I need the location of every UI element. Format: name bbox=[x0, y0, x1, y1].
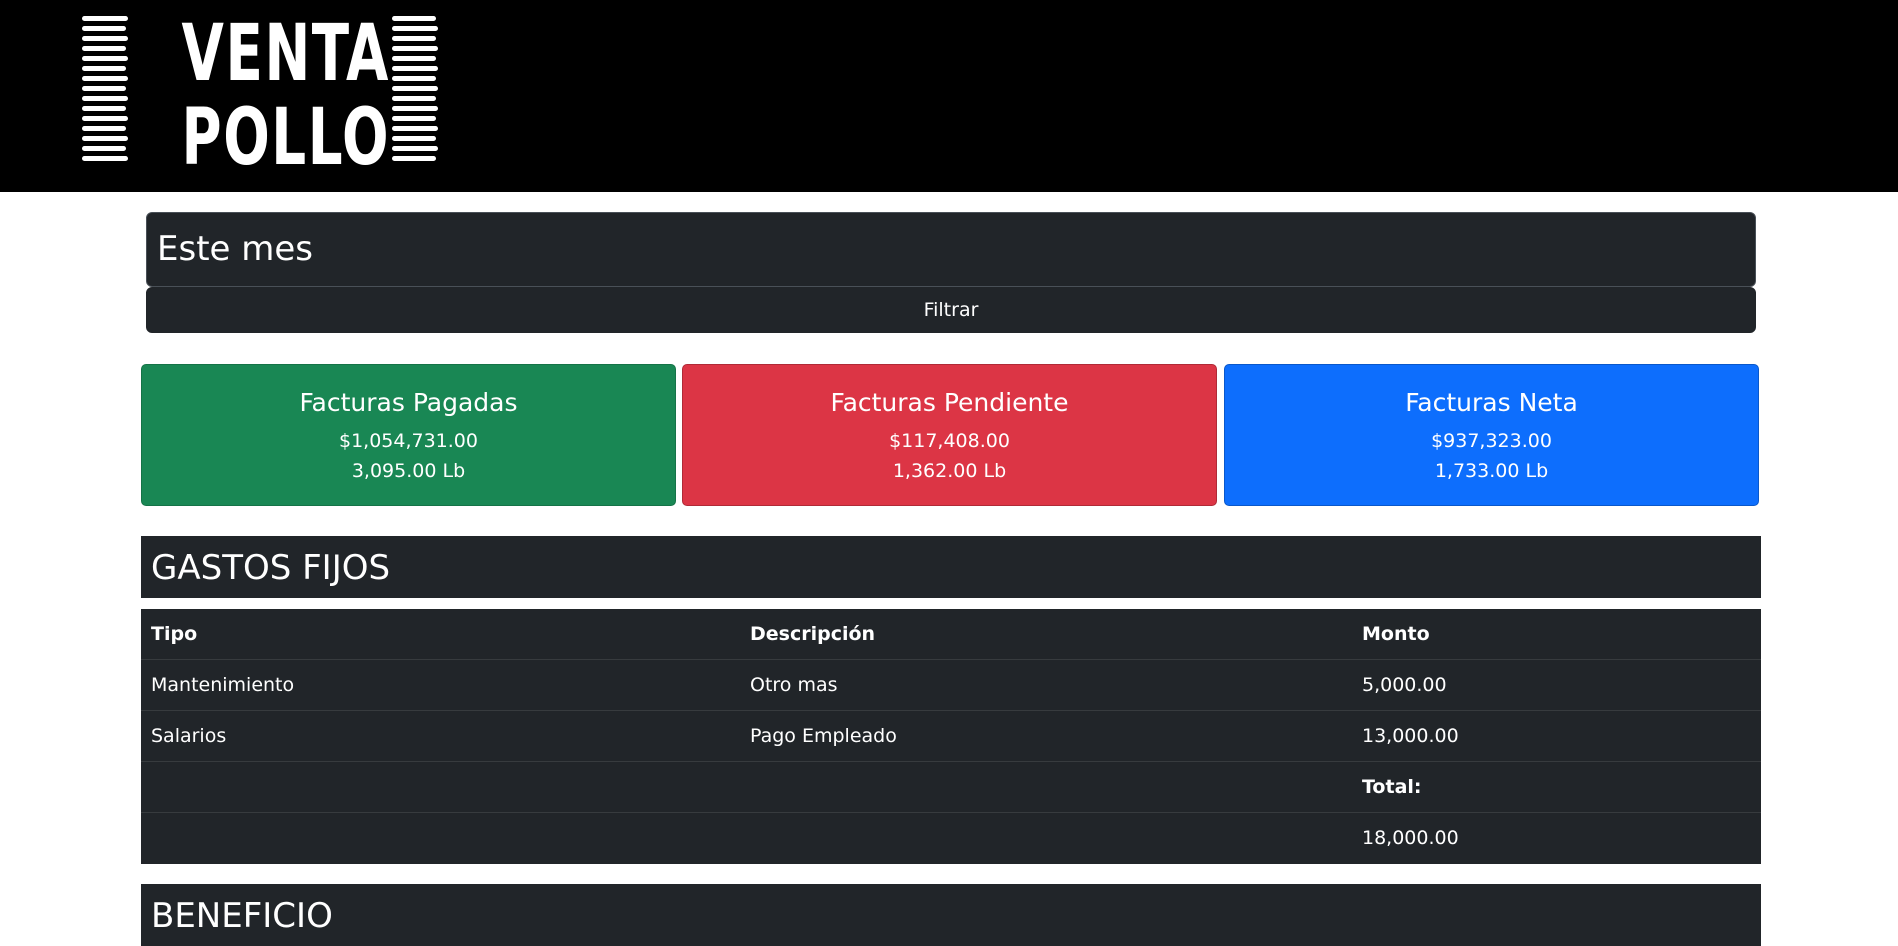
venta-pollo-logo[interactable]: VENTA POLLO bbox=[82, 12, 438, 180]
cell-descripcion: Otro mas bbox=[750, 674, 838, 696]
column-header-tipo: Tipo bbox=[151, 623, 198, 645]
card-weight: 1,362.00 Lb bbox=[892, 460, 1007, 482]
top-navbar: VENTA POLLO bbox=[0, 0, 1898, 192]
table-row: Salarios Pago Empleado 13,000.00 bbox=[141, 711, 1761, 762]
card-facturas-pendiente: Facturas Pendiente $117,408.00 1,362.00 … bbox=[682, 364, 1217, 506]
table-total-label-row: Total: bbox=[141, 762, 1761, 813]
column-header-monto: Monto bbox=[1362, 623, 1430, 645]
total-value: 18,000.00 bbox=[1362, 827, 1459, 849]
card-amount: $117,408.00 bbox=[889, 430, 1010, 452]
total-label: Total: bbox=[1362, 776, 1422, 798]
logo-stripes-right bbox=[392, 16, 438, 176]
cell-monto: 5,000.00 bbox=[1362, 674, 1447, 696]
period-filter-select[interactable]: Este mes bbox=[146, 212, 1756, 287]
card-amount: $937,323.00 bbox=[1431, 430, 1552, 452]
logo-stripes-left bbox=[82, 16, 128, 176]
card-amount: $1,054,731.00 bbox=[338, 430, 478, 452]
logo-line-2: POLLO bbox=[181, 93, 391, 183]
table-row: Mantenimiento Otro mas 5,000.00 bbox=[141, 660, 1761, 711]
card-title: Facturas Pendiente bbox=[830, 388, 1069, 417]
column-header-descripcion: Descripción bbox=[750, 623, 876, 645]
beneficio-heading: BENEFICIO bbox=[141, 884, 1761, 946]
card-weight: 1,733.00 Lb bbox=[1434, 460, 1549, 482]
card-title: Facturas Neta bbox=[1405, 388, 1578, 417]
card-facturas-neta: Facturas Neta $937,323.00 1,733.00 Lb bbox=[1224, 364, 1759, 506]
table-header-row: Tipo Descripción Monto bbox=[141, 609, 1761, 660]
cell-monto: 13,000.00 bbox=[1362, 725, 1459, 747]
logo-wordmark: VENTA POLLO bbox=[160, 9, 391, 183]
logo-line-1: VENTA bbox=[181, 9, 390, 99]
table-total-value-row: 18,000.00 bbox=[141, 813, 1761, 864]
cell-tipo: Mantenimiento bbox=[151, 674, 295, 696]
card-title: Facturas Pagadas bbox=[299, 388, 518, 417]
gastos-fijos-table: Tipo Descripción Monto Mantenimiento Otr… bbox=[141, 609, 1761, 864]
card-weight: 3,095.00 Lb bbox=[351, 460, 466, 482]
gastos-fijos-heading: GASTOS FIJOS bbox=[141, 536, 1761, 598]
cell-descripcion: Pago Empleado bbox=[750, 725, 897, 747]
cell-tipo: Salarios bbox=[151, 725, 227, 747]
card-facturas-pagadas: Facturas Pagadas $1,054,731.00 3,095.00 … bbox=[141, 364, 676, 506]
filter-button[interactable]: Filtrar bbox=[146, 287, 1756, 333]
